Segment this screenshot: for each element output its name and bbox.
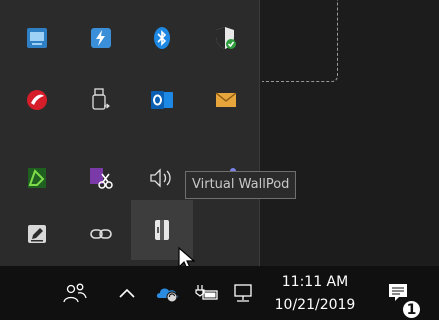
people-icon[interactable] bbox=[58, 266, 92, 320]
clock-date: 10/21/2019 bbox=[274, 297, 356, 313]
onedrive-sync-icon[interactable] bbox=[150, 266, 186, 320]
onenote-clip-icon[interactable] bbox=[70, 148, 132, 208]
clock-time: 11:11 AM bbox=[281, 274, 349, 290]
thunderbolt-icon[interactable] bbox=[70, 8, 132, 68]
usb-eject-icon[interactable] bbox=[70, 70, 132, 130]
clock[interactable]: 11:11 AM 10/21/2019 bbox=[262, 266, 368, 320]
outlook-icon[interactable] bbox=[131, 70, 193, 130]
pen-icon[interactable] bbox=[6, 204, 68, 264]
screen-icon[interactable] bbox=[6, 8, 68, 68]
network-icon[interactable] bbox=[228, 266, 258, 320]
bluetooth-icon[interactable] bbox=[131, 8, 193, 68]
battery-icon[interactable] bbox=[192, 266, 222, 320]
snip-icon[interactable] bbox=[6, 148, 68, 208]
link-icon[interactable] bbox=[70, 204, 132, 264]
tray-overflow-panel bbox=[0, 0, 260, 266]
volume-icon[interactable] bbox=[131, 148, 193, 208]
notification-count-badge: 1 bbox=[401, 299, 422, 320]
chevron-up-icon[interactable] bbox=[114, 266, 140, 320]
taskbar bbox=[0, 266, 439, 320]
shield-icon[interactable] bbox=[195, 8, 257, 68]
mail-icon[interactable] bbox=[195, 70, 257, 130]
dashed-selection-frame bbox=[262, 0, 338, 82]
antivirus-icon[interactable] bbox=[6, 70, 68, 130]
tooltip: Virtual WallPod bbox=[185, 171, 297, 199]
